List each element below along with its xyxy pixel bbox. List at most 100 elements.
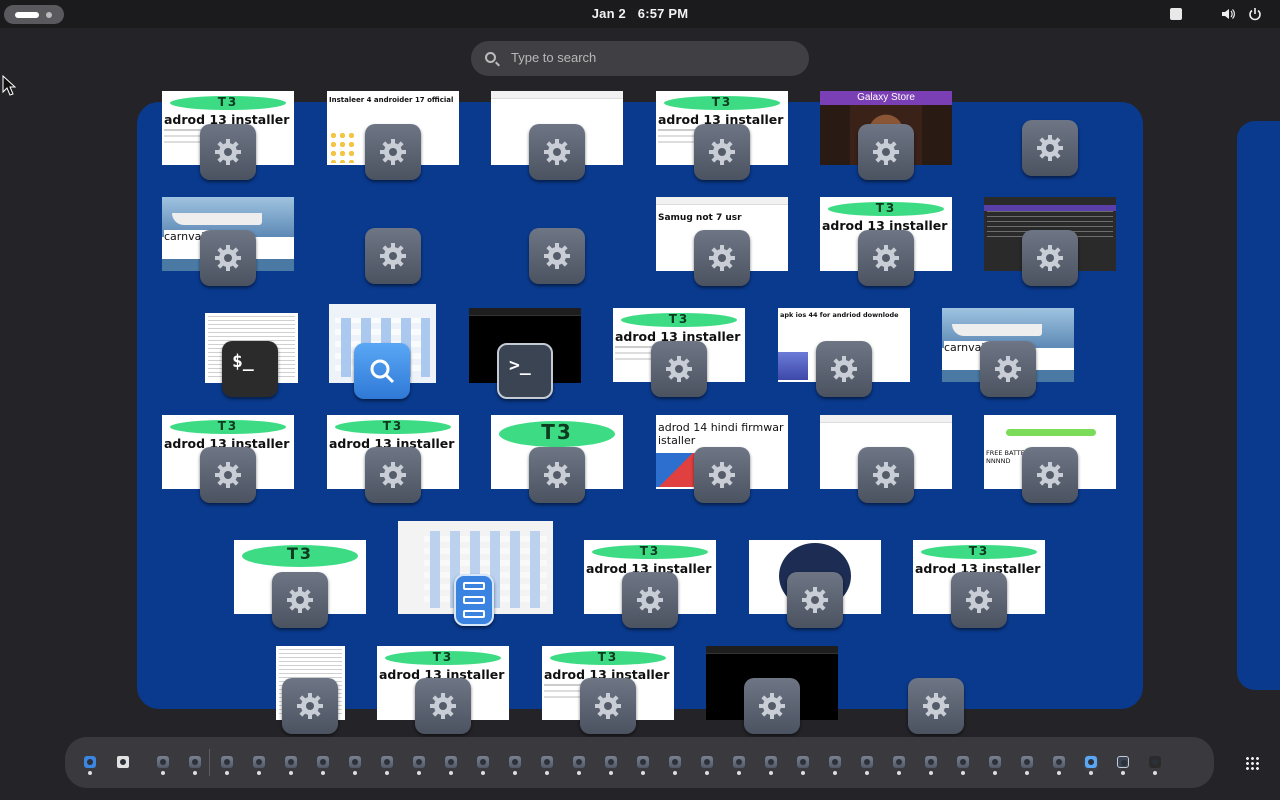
settings-icon[interactable] (699, 754, 715, 775)
keyboard-icon[interactable] (1170, 8, 1182, 20)
settings-glyph (701, 756, 713, 768)
window-title: FREE BATTE NNNND (986, 449, 1025, 465)
settings-icon[interactable] (987, 754, 1003, 775)
photo-image (778, 352, 808, 380)
settings-glyph (253, 756, 265, 768)
mouse-pointer-icon (2, 75, 16, 96)
settings-glyph (797, 756, 809, 768)
clock-date: Jan 2 (591, 6, 626, 21)
running-indicator (609, 771, 613, 775)
running-indicator (897, 771, 901, 775)
settings-icon[interactable] (571, 754, 587, 775)
settings-app-icon (200, 124, 256, 180)
settings-app-icon (580, 678, 636, 734)
settings-glyph (605, 756, 617, 768)
running-indicator (1025, 771, 1029, 775)
files-icon[interactable] (82, 754, 98, 775)
settings-app-icon (694, 230, 750, 286)
galaxy-store-banner: Galaxy Store (820, 91, 952, 105)
clock-time: 6:57 PM (637, 6, 689, 21)
settings-icon[interactable] (859, 754, 875, 775)
terminal-app-icon: >_ (497, 343, 553, 399)
settings-app-icon (529, 228, 585, 284)
running-indicator (257, 771, 261, 775)
settings-icon[interactable] (379, 754, 395, 775)
settings-app-icon (1022, 230, 1078, 286)
settings-glyph (317, 756, 329, 768)
settings-app-icon (858, 447, 914, 503)
window-header (469, 308, 581, 316)
settings-glyph (733, 756, 745, 768)
emoji-grid (329, 131, 357, 163)
settings-icon[interactable] (283, 754, 299, 775)
running-indicator (385, 771, 389, 775)
settings-app-icon (951, 572, 1007, 628)
settings-icon[interactable] (219, 754, 235, 775)
settings-icon[interactable] (155, 754, 171, 775)
running-indicator (865, 771, 869, 775)
settings-icon[interactable] (731, 754, 747, 775)
settings-icon[interactable] (475, 754, 491, 775)
running-indicator (929, 771, 933, 775)
settings-icon[interactable] (763, 754, 779, 775)
settings-icon[interactable] (795, 754, 811, 775)
settings-app-icon (787, 572, 843, 628)
settings-glyph (893, 756, 905, 768)
settings-app-icon (908, 678, 964, 734)
settings-icon[interactable] (1051, 754, 1067, 775)
search-icon[interactable] (1083, 754, 1099, 775)
power-icon[interactable] (1248, 7, 1262, 21)
settings-app-icon (858, 230, 914, 286)
running-indicator (1089, 771, 1093, 775)
software-store-icon[interactable] (115, 754, 131, 772)
settings-glyph (509, 756, 521, 768)
settings-icon[interactable] (443, 754, 459, 775)
battery-bar (1006, 429, 1096, 436)
running-indicator (225, 771, 229, 775)
text-lines (615, 346, 655, 348)
dash (65, 737, 1259, 788)
settings-app-icon (415, 678, 471, 734)
settings-icon[interactable] (923, 754, 939, 775)
volume-icon[interactable] (1221, 7, 1235, 21)
running-indicator (833, 771, 837, 775)
console-icon[interactable] (1147, 754, 1163, 775)
settings-glyph (285, 756, 297, 768)
settings-glyph (637, 756, 649, 768)
settings-icon[interactable] (539, 754, 555, 775)
console-glyph (1149, 756, 1161, 768)
settings-app-icon (1022, 120, 1078, 176)
running-indicator (161, 771, 165, 775)
settings-icon[interactable] (891, 754, 907, 775)
android-13-logo: T3 (664, 95, 780, 110)
running-indicator (289, 771, 293, 775)
search-input[interactable]: Type to search (471, 41, 809, 76)
settings-icon[interactable] (347, 754, 363, 775)
settings-icon[interactable] (251, 754, 267, 775)
running-indicator (417, 771, 421, 775)
running-indicator (88, 771, 92, 775)
settings-icon[interactable] (411, 754, 427, 775)
settings-icon[interactable] (603, 754, 619, 775)
settings-app-icon (1022, 447, 1078, 503)
workspace-next[interactable] (1237, 121, 1280, 690)
settings-icon[interactable] (955, 754, 971, 775)
android-13-logo: T3 (335, 419, 451, 434)
search-placeholder: Type to search (511, 50, 597, 65)
settings-icon[interactable] (315, 754, 331, 775)
running-indicator (321, 771, 325, 775)
terminal-icon[interactable] (1115, 754, 1131, 775)
settings-app-icon (200, 447, 256, 503)
clock[interactable]: Jan 2 6:57 PM (0, 6, 1280, 21)
settings-app-icon (282, 678, 338, 734)
settings-icon[interactable] (635, 754, 651, 775)
settings-icon[interactable] (1019, 754, 1035, 775)
running-indicator (481, 771, 485, 775)
show-apps-icon[interactable] (1245, 756, 1259, 770)
settings-icon[interactable] (507, 754, 523, 775)
settings-icon[interactable] (187, 754, 203, 775)
running-indicator (961, 771, 965, 775)
settings-icon[interactable] (667, 754, 683, 775)
settings-icon[interactable] (827, 754, 843, 775)
running-indicator (705, 771, 709, 775)
